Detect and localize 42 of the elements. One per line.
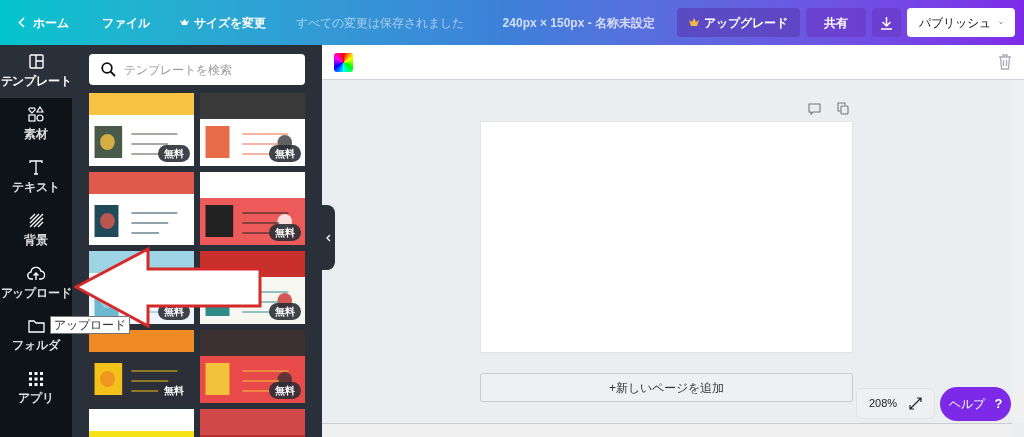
document-info: 240px × 150px - 名称未設定 (502, 14, 655, 32)
text-icon (29, 159, 43, 175)
scrollbar[interactable] (1012, 80, 1024, 423)
grid-icon (29, 372, 43, 386)
color-picker-icon[interactable] (334, 52, 353, 72)
free-badge: 無料 (158, 145, 190, 162)
sidebar-tab[interactable]: アップロード (0, 257, 72, 310)
upload-icon (27, 265, 45, 281)
tooltip: アップロード (50, 316, 130, 334)
free-badge: 無料 (269, 224, 301, 241)
download-button[interactable] (872, 8, 901, 37)
publish-button[interactable]: パブリッシュ (907, 8, 1015, 37)
add-page-button[interactable]: +新しいページを追加 (480, 373, 853, 402)
crown-icon (689, 18, 699, 27)
sidebar-tab[interactable]: 背景 (0, 204, 72, 257)
comment-icon[interactable] (808, 103, 821, 115)
expand-icon[interactable] (909, 397, 922, 410)
sidebar-tab[interactable]: テンプレート (0, 45, 72, 98)
chevron-icon (326, 233, 331, 242)
crown-icon (180, 18, 189, 27)
sidebar-tab[interactable]: テキスト (0, 151, 72, 204)
sidebar-tab[interactable]: 素材 (0, 98, 72, 151)
search-field[interactable]: テンプレートを検索 (89, 54, 305, 85)
save-status: すべての変更は保存されました (296, 14, 464, 32)
share-button[interactable]: 共有 (806, 8, 866, 37)
free-badge: 無料 (269, 145, 301, 162)
back-icon (18, 17, 25, 28)
sidebar-tab[interactable]: アプリ (0, 363, 72, 416)
shapes-icon (28, 106, 44, 122)
free-badge: 無料 (269, 382, 301, 399)
layout-icon (28, 53, 44, 69)
download-icon (880, 15, 893, 30)
scrollbar[interactable] (322, 423, 1012, 437)
folder-icon (27, 319, 45, 333)
upgrade-button[interactable]: アップグレード (677, 8, 800, 37)
help-button[interactable]: ヘルプ ? (940, 387, 1011, 421)
stripes-icon (28, 212, 44, 228)
search-icon (101, 62, 116, 77)
copy-icon[interactable] (837, 102, 849, 115)
search-input[interactable]: テンプレートを検索 (124, 60, 293, 79)
free-badge: 無料 (269, 303, 301, 320)
collapse-handle[interactable] (322, 205, 335, 270)
